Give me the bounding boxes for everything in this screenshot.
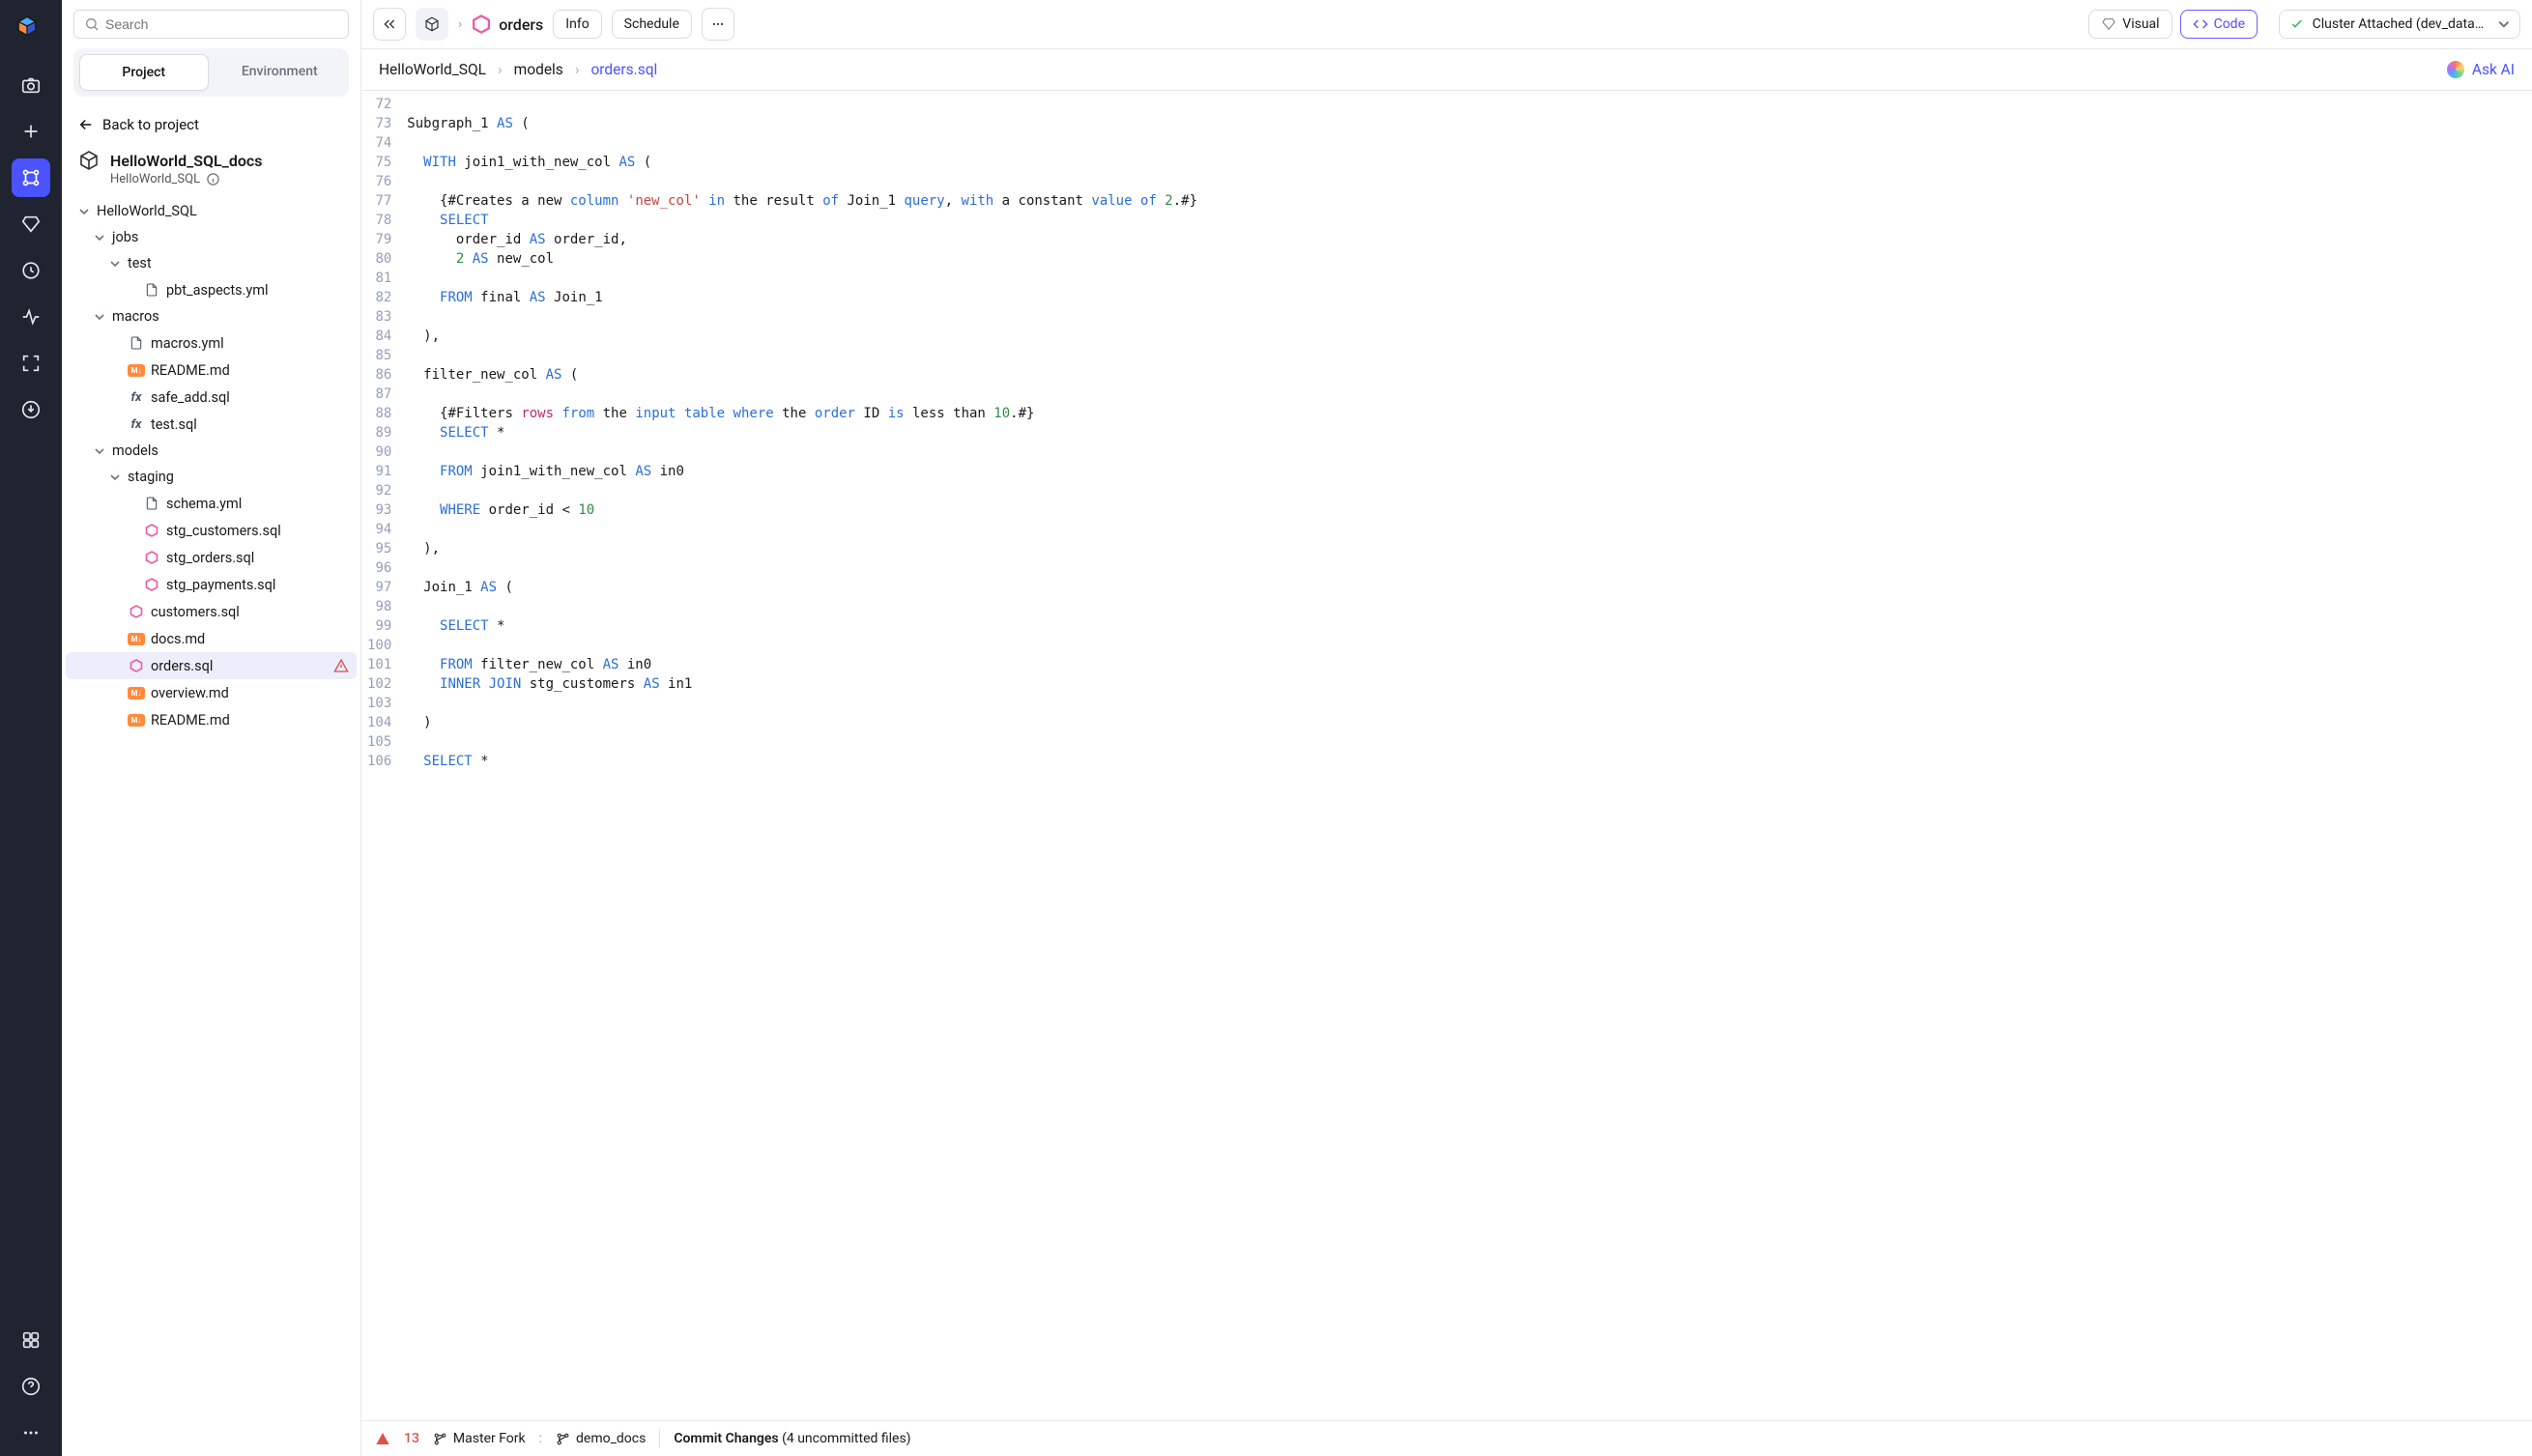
code-editor[interactable]: 7273747576777879808182838485868788899091… — [361, 91, 2532, 1420]
tree-node-macros-readme[interactable]: M↓README.md — [66, 357, 357, 384]
tree-node-test-sql[interactable]: fxtest.sql — [66, 411, 357, 438]
arrow-left-icon — [77, 116, 95, 133]
breadcrumb: HelloWorld_SQL › models › orders.sql Ask… — [361, 49, 2532, 91]
tree-node-readme[interactable]: M↓README.md — [66, 706, 357, 733]
code-content[interactable]: Subgraph_1 AS ( WITH join1_with_new_col … — [401, 91, 1197, 1420]
rail-expand-icon[interactable] — [12, 344, 50, 383]
project-header: HelloWorld_SQL_docs HelloWorld_SQL — [62, 143, 360, 196]
tree-node-stg-customers[interactable]: stg_customers.sql — [66, 517, 357, 544]
search-input-wrap[interactable] — [73, 10, 349, 39]
ask-ai-button[interactable]: Ask AI — [2447, 61, 2515, 78]
tree-node-jobs[interactable]: jobs — [66, 224, 357, 250]
rail-add-icon[interactable] — [12, 112, 50, 151]
hex-icon — [128, 603, 145, 620]
file-icon — [128, 334, 145, 352]
more-button[interactable] — [702, 8, 734, 41]
md-icon: M↓ — [128, 364, 145, 377]
rail-gem-icon[interactable] — [12, 205, 50, 243]
entity-title: orders — [472, 14, 543, 34]
tree-node-customers[interactable]: customers.sql — [66, 598, 357, 625]
tree-node-stg-payments[interactable]: stg_payments.sql — [66, 571, 357, 598]
rail-more-icon[interactable] — [12, 1413, 50, 1452]
tree-node-staging[interactable]: staging — [66, 464, 357, 490]
tree-node-safe-add[interactable]: fxsafe_add.sql — [66, 384, 357, 411]
check-icon — [2289, 16, 2305, 32]
project-subtitle: HelloWorld_SQL — [110, 172, 200, 186]
tree-node-docs[interactable]: M↓docs.md — [66, 625, 357, 652]
main-area: › orders Info Schedule Visual Code — [361, 0, 2532, 1456]
line-gutter: 7273747576777879808182838485868788899091… — [361, 91, 401, 1420]
hex-icon — [472, 14, 491, 34]
branch-a[interactable]: Master Fork — [433, 1431, 526, 1446]
rail-grid-icon[interactable] — [12, 1321, 50, 1359]
chevron-down-icon — [2498, 18, 2510, 30]
search-icon — [84, 16, 100, 32]
branch-icon — [556, 1432, 570, 1446]
schedule-button[interactable]: Schedule — [612, 10, 692, 39]
topbar: › orders Info Schedule Visual Code — [361, 0, 2532, 49]
crumb-a[interactable]: HelloWorld_SQL — [379, 61, 486, 78]
search-input[interactable] — [105, 16, 338, 32]
warning-count[interactable]: 13 — [404, 1431, 419, 1446]
back-link-label: Back to project — [102, 116, 199, 133]
rail-camera-icon[interactable] — [12, 66, 50, 104]
gem-icon — [2101, 16, 2116, 32]
left-rail — [0, 0, 62, 1456]
file-icon — [143, 495, 160, 512]
tree-node-schema[interactable]: schema.yml — [66, 490, 357, 517]
chevron-right-icon: › — [458, 16, 462, 32]
collapse-button[interactable] — [373, 8, 406, 41]
tree-node-pbt-aspects[interactable]: pbt_aspects.yml — [66, 276, 357, 303]
hex-icon — [143, 549, 160, 566]
commit-changes-button[interactable]: Commit Changes (4 uncommitted files) — [674, 1431, 910, 1446]
back-to-project-link[interactable]: Back to project — [62, 106, 360, 143]
tree-node-overview[interactable]: M↓overview.md — [66, 679, 357, 706]
cube-icon-button[interactable] — [416, 8, 448, 41]
tree-node-root[interactable]: HelloWorld_SQL — [66, 198, 357, 224]
status-bar: 13 Master Fork : demo_docs Commit Change… — [361, 1420, 2532, 1456]
hex-icon — [143, 576, 160, 593]
tree-node-stg-orders[interactable]: stg_orders.sql — [66, 544, 357, 571]
tree-node-models[interactable]: models — [66, 438, 357, 464]
rail-pipeline-icon[interactable] — [12, 158, 50, 197]
code-toggle[interactable]: Code — [2180, 10, 2258, 39]
sidebar-tabbar: Project Environment — [73, 48, 349, 97]
tree-node-jobs-test[interactable]: test — [66, 250, 357, 276]
info-icon[interactable] — [206, 172, 220, 186]
warning-icon — [333, 658, 349, 673]
md-icon: M↓ — [128, 714, 145, 727]
fx-icon: fx — [128, 388, 145, 406]
hex-icon — [143, 522, 160, 539]
md-icon: M↓ — [128, 633, 145, 645]
tab-environment[interactable]: Environment — [216, 54, 344, 91]
hex-icon — [128, 657, 145, 674]
tab-project[interactable]: Project — [79, 54, 209, 91]
tree-node-orders[interactable]: orders.sql — [66, 652, 357, 679]
fx-icon: fx — [128, 415, 145, 433]
code-icon — [2193, 16, 2208, 32]
rail-activity-icon[interactable] — [12, 298, 50, 336]
rail-help-icon[interactable] — [12, 1367, 50, 1406]
rail-download-icon[interactable] — [12, 390, 50, 429]
file-icon — [143, 281, 160, 299]
tree-node-macros-yml[interactable]: macros.yml — [66, 329, 357, 357]
cluster-selector[interactable]: Cluster Attached (dev_databr… — [2279, 10, 2520, 39]
branch-icon — [433, 1432, 447, 1446]
crumb-c[interactable]: orders.sql — [590, 61, 657, 78]
rail-clock-icon[interactable] — [12, 251, 50, 290]
app-logo-icon — [16, 15, 45, 44]
project-title: HelloWorld_SQL_docs — [110, 152, 262, 170]
visual-toggle[interactable]: Visual — [2088, 10, 2172, 39]
file-tree: HelloWorld_SQL jobs test pbt_aspects.yml… — [62, 196, 360, 1456]
tree-node-macros[interactable]: macros — [66, 303, 357, 329]
warning-icon[interactable] — [375, 1431, 390, 1446]
md-icon: M↓ — [128, 687, 145, 699]
info-button[interactable]: Info — [553, 10, 601, 39]
globe-icon — [2447, 61, 2464, 78]
branch-b[interactable]: demo_docs — [556, 1431, 646, 1446]
sidebar: Project Environment Back to project Hell… — [62, 0, 361, 1456]
crumb-b[interactable]: models — [514, 61, 563, 78]
cube-icon — [77, 149, 101, 172]
